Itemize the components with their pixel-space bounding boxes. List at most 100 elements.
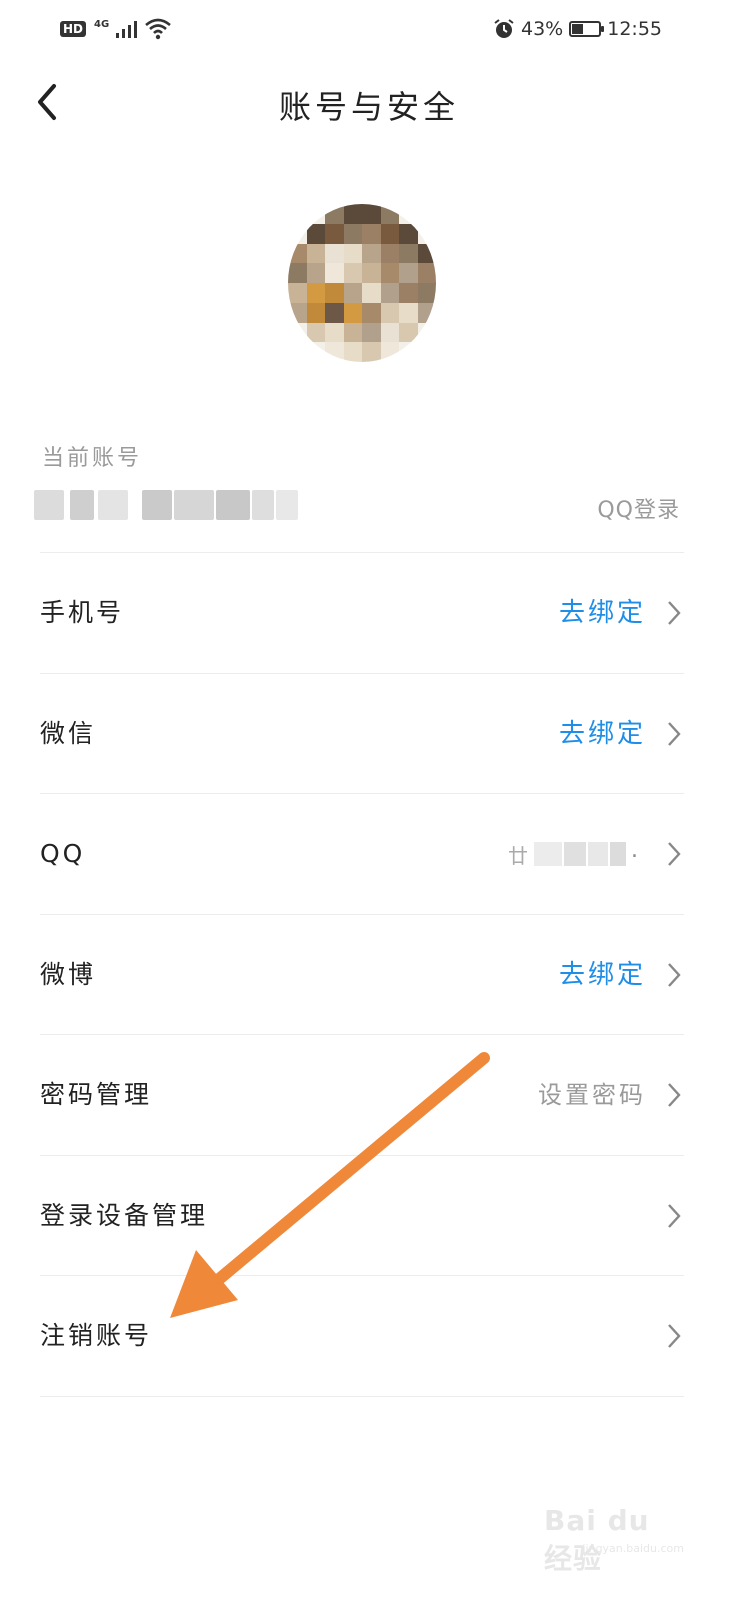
avatar-pixel <box>325 283 344 303</box>
avatar-pixel <box>343 223 362 244</box>
avatar-pixel <box>306 302 325 323</box>
avatar-pixel <box>399 204 418 224</box>
status-left: HD 4G <box>60 14 172 44</box>
avatar-pixel <box>325 302 344 323</box>
avatar-pixel <box>362 223 381 244</box>
avatar-pixel <box>417 283 436 303</box>
row-phone[interactable]: 手机号 去绑定 <box>40 552 684 672</box>
baidu-watermark: Bai du 经验 jingyan.baidu.com <box>544 1500 684 1575</box>
avatar-pixel <box>399 263 418 283</box>
page-title: 账号与安全 <box>278 88 459 126</box>
row-deactivate[interactable]: 注销账号 <box>40 1275 684 1395</box>
avatar-pixel <box>325 223 344 244</box>
avatar-pixel <box>362 283 381 303</box>
header: 账号与安全 <box>0 60 738 146</box>
avatar-pixel <box>399 223 418 244</box>
avatar-pixel <box>417 204 436 224</box>
avatar-pixel <box>343 283 362 303</box>
avatar-pixel <box>325 342 344 362</box>
avatar-pixel <box>288 223 307 244</box>
chevron-right-icon <box>668 1083 681 1107</box>
watermark-sub: jingyan.baidu.com <box>582 1542 684 1555</box>
chevron-right-icon <box>668 1204 681 1228</box>
row-label: 手机号 <box>40 598 125 627</box>
avatar-pixel <box>343 204 362 224</box>
status-bar: HD 4G 43% 12:55 <box>0 0 738 60</box>
avatar-pixel <box>380 204 399 224</box>
avatar-pixel <box>380 322 399 343</box>
avatar-pixel <box>399 283 418 303</box>
avatar-pixel <box>306 204 325 224</box>
avatar-pixel <box>380 263 399 283</box>
avatar-pixel <box>325 263 344 283</box>
avatar-pixel <box>417 263 436 283</box>
avatar-pixel <box>343 263 362 283</box>
avatar[interactable] <box>288 204 436 362</box>
avatar-pixel <box>343 342 362 362</box>
chevron-right-icon <box>668 722 681 746</box>
avatar-pixel <box>417 223 436 244</box>
avatar-pixel <box>417 342 436 362</box>
avatar-pixel <box>399 342 418 362</box>
watermark-text: Bai du 经验 <box>544 1504 650 1575</box>
row-label: 登录设备管理 <box>40 1201 209 1230</box>
avatar-pixel <box>417 322 436 343</box>
avatar-pixel <box>399 322 418 343</box>
clock: 12:55 <box>607 18 662 40</box>
row-password[interactable]: 密码管理 设置密码 <box>40 1034 684 1154</box>
battery-level <box>572 24 584 34</box>
chevron-right-icon <box>668 842 681 866</box>
battery-percent: 43% <box>521 18 564 40</box>
bind-link[interactable]: 去绑定 <box>559 553 646 673</box>
bind-link[interactable]: 去绑定 <box>559 915 646 1035</box>
row-label: 密码管理 <box>40 1080 153 1109</box>
avatar-pixel <box>417 302 436 323</box>
account-id-blurred <box>34 490 298 522</box>
signal-icon <box>116 21 138 38</box>
avatar-pixel <box>380 243 399 264</box>
avatar-pixel <box>343 243 362 264</box>
avatar-pixel <box>380 302 399 323</box>
bind-link[interactable]: 去绑定 <box>559 674 646 794</box>
row-weibo[interactable]: 微博 去绑定 <box>40 914 684 1034</box>
chevron-right-icon <box>668 1324 681 1348</box>
avatar-pixel <box>380 223 399 244</box>
avatar-pixel <box>288 263 307 283</box>
row-qq[interactable]: QQ 廿 . <box>40 793 684 913</box>
avatar-pixel <box>380 283 399 303</box>
avatar-pixel <box>288 322 307 343</box>
avatar-pixel <box>306 223 325 244</box>
row-wechat[interactable]: 微信 去绑定 <box>40 673 684 793</box>
avatar-pixel <box>325 322 344 343</box>
hd-badge: HD <box>60 21 87 37</box>
avatar-pixel <box>325 243 344 264</box>
wifi-icon <box>145 18 172 40</box>
avatar-pixel <box>399 302 418 323</box>
avatar-pixel <box>362 204 381 224</box>
row-label: 微信 <box>40 719 97 748</box>
avatar-pixel <box>306 263 325 283</box>
avatar-pixel <box>343 322 362 343</box>
avatar-pixel <box>288 302 307 323</box>
avatar-pixel <box>306 342 325 362</box>
row-label: QQ <box>40 839 86 868</box>
avatar-pixel <box>306 322 325 343</box>
avatar-pixel <box>288 243 307 264</box>
avatar-pixel <box>288 342 307 362</box>
avatar-pixel <box>399 243 418 264</box>
avatar-pixel <box>362 302 381 323</box>
avatar-pixel <box>325 204 344 224</box>
set-password-link[interactable]: 设置密码 <box>538 1035 646 1155</box>
login-method: QQ登录 <box>597 498 680 523</box>
qq-id-blurred: 廿 . <box>508 838 638 868</box>
avatar-pixel <box>380 342 399 362</box>
divider <box>40 1396 684 1397</box>
avatar-pixel <box>306 283 325 303</box>
avatar-pixel <box>288 204 307 224</box>
avatar-pixel <box>306 243 325 264</box>
network-type: 4G <box>94 18 110 30</box>
row-devices[interactable]: 登录设备管理 <box>40 1155 684 1275</box>
avatar-pixel <box>362 263 381 283</box>
avatar-pixel <box>288 283 307 303</box>
battery-icon <box>569 21 605 37</box>
